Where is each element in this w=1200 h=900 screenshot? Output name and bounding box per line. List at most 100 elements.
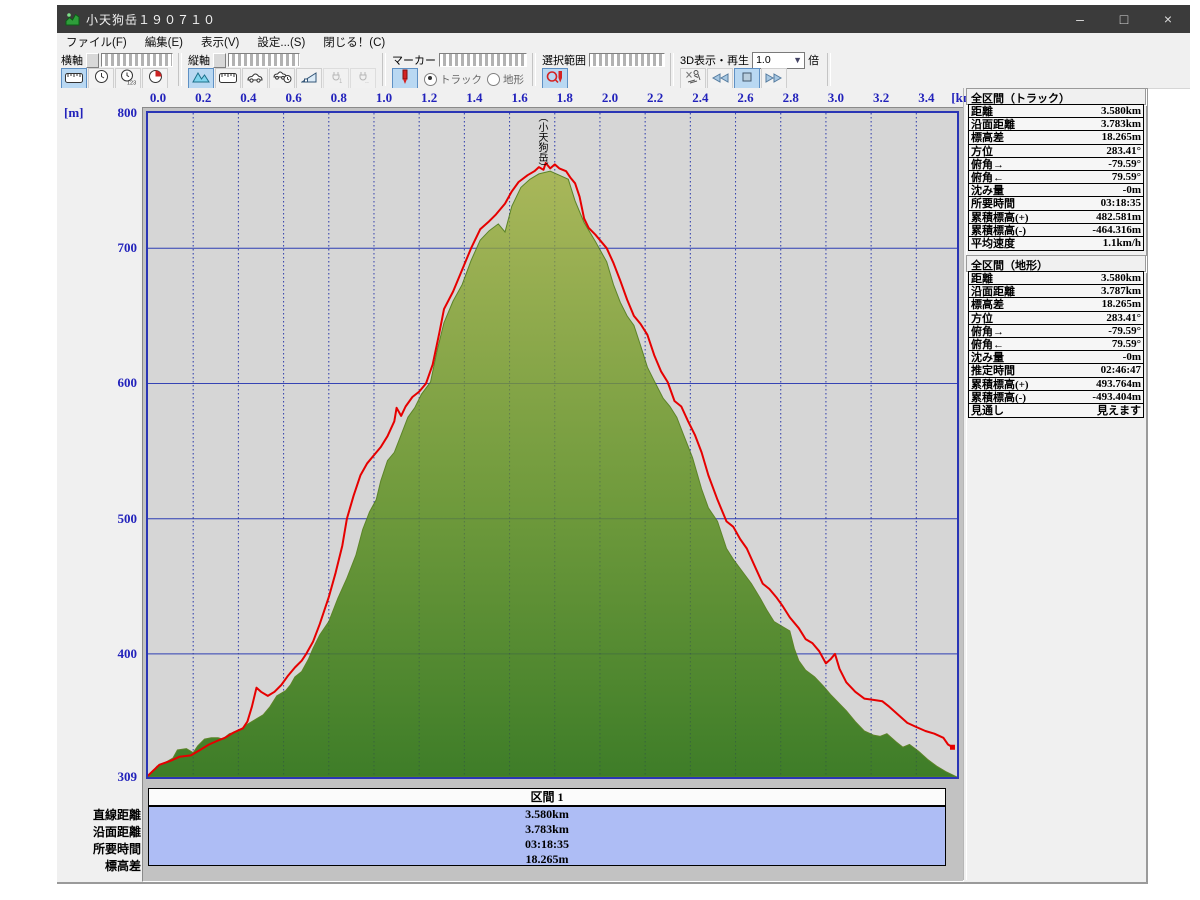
yaxis-sensor1-button[interactable]: 1 <box>323 68 349 90</box>
xaxis-tick: 3.0 <box>827 90 845 105</box>
toolbar-group-selection: 選択範囲 <box>538 51 668 90</box>
yaxis-tick: 500 <box>117 510 138 526</box>
toolbar-group-xaxis: 横軸 123 <box>57 51 176 90</box>
app-icon <box>65 12 80 26</box>
section-row-labels: 直線距離 沿面距離 所要時間 標高差 <box>57 806 141 873</box>
marker-track-radio[interactable]: トラック <box>424 72 482 87</box>
yaxis-pace-button[interactable] <box>269 68 295 90</box>
minimize-button[interactable]: – <box>1058 5 1102 33</box>
yaxis-scale-mini-button[interactable] <box>213 52 226 68</box>
window-title: 小天狗岳１９０７１０ <box>86 12 217 27</box>
stat-value: 79.59° <box>1111 171 1141 184</box>
stop-button[interactable] <box>734 68 760 90</box>
xaxis-elapsed-button[interactable] <box>142 68 168 90</box>
stat-row: 標高差 18.265m <box>969 298 1143 312</box>
yaxis-slope-button[interactable] <box>296 68 322 90</box>
stat-value: 3.580km <box>1100 105 1141 118</box>
yaxis-elevation-button[interactable] <box>188 68 214 90</box>
yaxis-speed-button[interactable] <box>242 68 268 90</box>
maximize-button[interactable]: □ <box>1102 5 1146 33</box>
close-button[interactable]: × <box>1146 5 1190 33</box>
menu-bar: ファイル(F) 編集(E) 表示(V) 設定...(S) 閉じる！(C) <box>57 33 1190 52</box>
xaxis-tick: 2.4 <box>692 90 709 105</box>
toolbar-group-3d-playback: 3D表示・再生 1.0 ▼ 倍 <box>676 51 825 90</box>
xaxis-tick: 1.4 <box>466 90 483 105</box>
xaxis-tick: 2.8 <box>782 90 799 105</box>
yaxis-tick: 400 <box>117 645 138 661</box>
stat-value: 1.1km/h <box>1102 236 1141 249</box>
marker-position-slider[interactable] <box>439 53 527 67</box>
yaxis-tick: 800 <box>117 105 138 120</box>
menu-edit[interactable]: 編集(E) <box>136 34 192 50</box>
xaxis-tick: 0.6 <box>285 90 302 105</box>
elevation-plot[interactable] <box>146 111 959 779</box>
play-button[interactable] <box>761 68 787 90</box>
toolbar-separator <box>382 53 386 86</box>
menu-view[interactable]: 表示(V) <box>192 34 248 50</box>
xaxis-tick: 3.4 <box>918 90 935 105</box>
yaxis-distance-button[interactable] <box>215 68 241 90</box>
yaxis-sensor-n-button[interactable]: .. <box>350 68 376 90</box>
menu-close[interactable]: 閉じる！(C) <box>314 34 394 50</box>
toolbar-separator <box>532 53 536 86</box>
xaxis-time-button[interactable] <box>88 68 114 90</box>
xaxis-tick: 0.8 <box>330 90 347 105</box>
xaxis-tick: 0.0 <box>149 90 167 105</box>
selection-group-label: 選択範囲 <box>542 55 586 67</box>
xaxis-distance-button[interactable] <box>61 68 87 90</box>
rewind-button[interactable] <box>707 68 733 90</box>
section-row-label: 沿面距離 <box>92 825 141 839</box>
stat-value: 18.265m <box>1101 298 1141 311</box>
menu-settings[interactable]: 設定...(S) <box>248 34 314 50</box>
xaxis-clock-time-button[interactable]: 123 <box>115 68 141 90</box>
playback-group-label: 3D表示・再生 <box>680 55 750 67</box>
stat-value: 18.265m <box>1101 131 1141 144</box>
stat-value: -0m <box>1122 184 1141 197</box>
section-row-value: 03:18:35 <box>525 837 569 851</box>
stat-label: 平均速度 <box>971 237 1015 250</box>
stats-table-terrain: 距離 3.580km 沿面距離 3.787km 標高差 18.265m 方位 283.41° 俯… <box>968 271 1144 418</box>
marker-pen-button[interactable] <box>392 68 418 90</box>
range-marker-icon <box>546 69 565 89</box>
marker-terrain-radio[interactable]: 地形 <box>487 72 524 87</box>
clock-icon <box>94 69 109 89</box>
stat-value: 283.41° <box>1106 311 1141 324</box>
radio-dot-icon <box>424 72 437 86</box>
xaxis-scale-slider[interactable] <box>101 53 173 67</box>
xaxis-tick: 1.6 <box>511 90 528 105</box>
marker-track-radio-label: トラック <box>440 73 482 86</box>
stat-label: 見通し <box>971 404 1004 417</box>
stats-header-terrain: 全区間（地形） <box>966 255 1146 272</box>
svg-text:..: .. <box>365 78 369 84</box>
toolbar: 横軸 123 縦軸 1 .. マーカー トラック 地形 選択範囲 3D表示・再生… <box>57 51 1190 90</box>
selection-marker-button[interactable] <box>542 68 568 90</box>
playback-speed-select[interactable]: 1.0 ▼ <box>752 51 806 69</box>
car-icon <box>246 70 264 88</box>
xaxis-tick: 2.6 <box>737 90 754 105</box>
selection-range-slider[interactable] <box>589 53 665 67</box>
stat-value: 3.787km <box>1100 285 1141 298</box>
xaxis-tick: 1.0 <box>375 90 393 105</box>
stat-value: 3.783km <box>1100 118 1141 131</box>
stat-value: -464.316m <box>1092 223 1141 236</box>
menu-file[interactable]: ファイル(F) <box>57 34 136 50</box>
plug-1-icon: 1 <box>329 70 344 89</box>
playback-speed-unit: 倍 <box>808 55 820 67</box>
marker-group-label: マーカー <box>392 55 436 67</box>
marker-pen-icon <box>400 69 410 90</box>
yaxis-tick: 700 <box>117 240 138 256</box>
radio-dot-icon <box>487 72 500 86</box>
mountain-icon <box>192 70 210 88</box>
yaxis-scale-slider[interactable] <box>228 53 300 67</box>
toolbar-group-yaxis: 縦軸 1 .. <box>184 51 380 90</box>
xaxis-scale-mini-button[interactable] <box>86 52 99 68</box>
section-values: 3.580km 3.783km 03:18:35 18.265m <box>148 806 946 866</box>
viewpoint-3d-button[interactable] <box>680 68 706 90</box>
marker-terrain-radio-label: 地形 <box>503 73 524 86</box>
slope-icon <box>300 70 317 88</box>
section-row-label: 直線距離 <box>92 808 141 822</box>
title-bar: 小天狗岳１９０７１０ – □ × <box>57 5 1190 33</box>
car-clock-icon <box>272 70 292 88</box>
section-row-label: 標高差 <box>104 859 141 873</box>
xaxis-tick: 0.4 <box>240 90 257 105</box>
